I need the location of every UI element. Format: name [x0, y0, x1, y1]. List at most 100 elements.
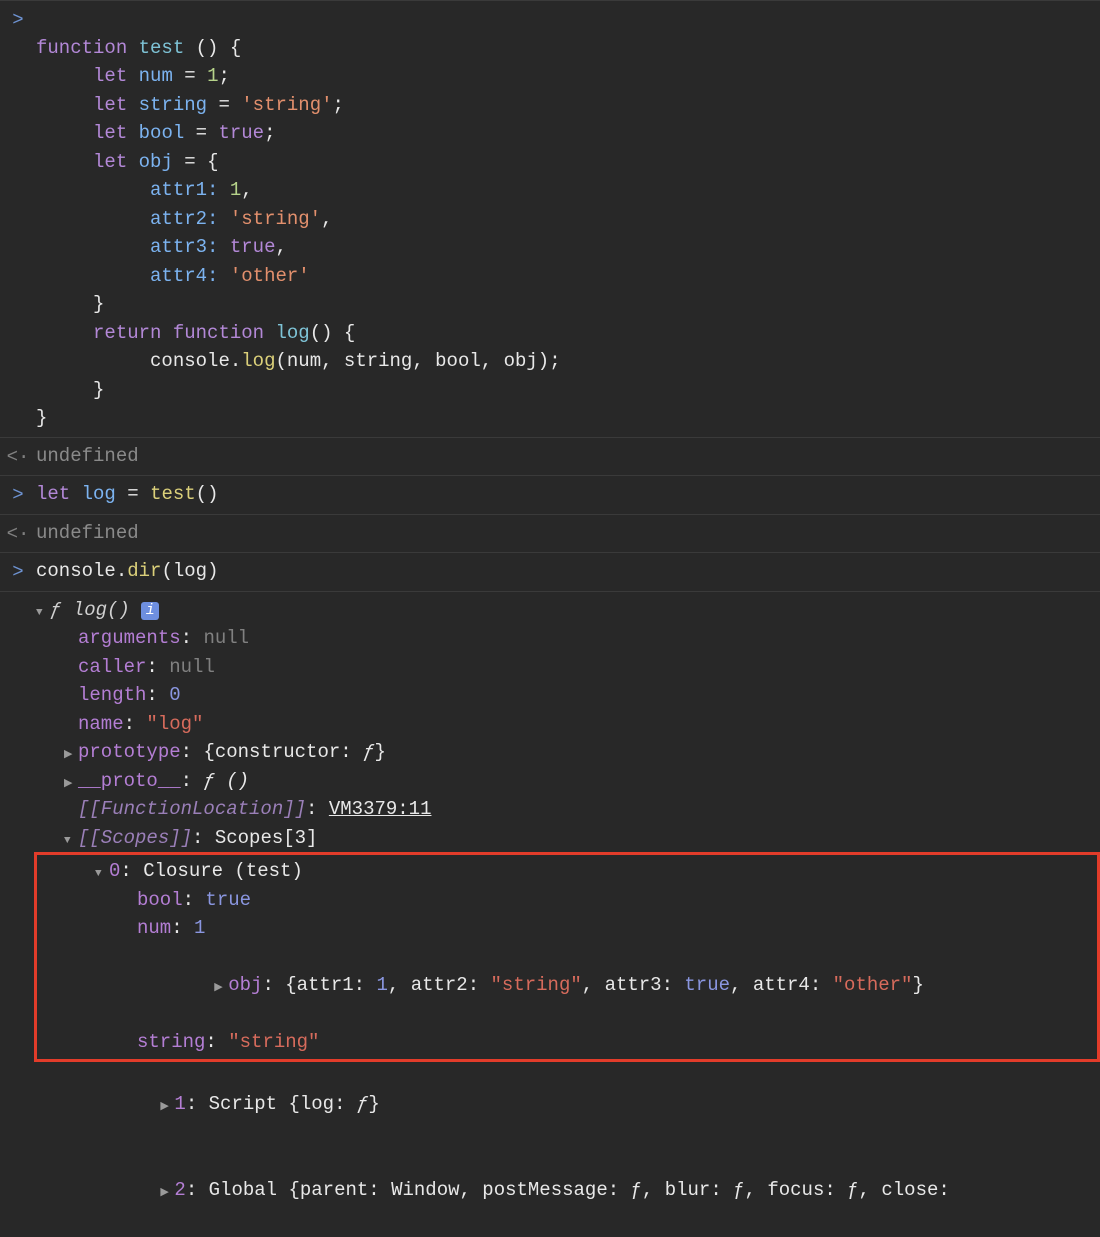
- brace-open: {: [344, 322, 355, 344]
- semi: ;: [264, 122, 275, 144]
- key: [[FunctionLocation]]: [78, 798, 306, 820]
- key: string: [137, 1031, 205, 1053]
- scope-script[interactable]: 1: Script {log: ƒ}: [36, 1062, 1100, 1148]
- eq: =: [127, 483, 138, 505]
- kw-let: let: [36, 483, 70, 505]
- arg: num: [287, 350, 321, 372]
- kw-function: function: [36, 37, 127, 59]
- comma: ,: [388, 974, 411, 996]
- comma: ,: [321, 208, 332, 230]
- key: __proto__: [78, 770, 181, 792]
- output-return-icon: <·: [0, 442, 36, 472]
- key: arguments: [78, 627, 181, 649]
- console-input-row: > let log = test(): [0, 475, 1100, 514]
- expand-toggle-icon[interactable]: [95, 857, 109, 886]
- input-chevron-icon: >: [0, 480, 36, 510]
- source-link[interactable]: VM3379:11: [329, 798, 432, 820]
- val: true: [205, 889, 251, 911]
- semi: ;: [218, 65, 229, 87]
- closure-num[interactable]: num: 1: [39, 914, 1097, 943]
- expand-toggle-icon[interactable]: [160, 1090, 174, 1119]
- eq: =: [184, 65, 195, 87]
- prop-prototype[interactable]: prototype: {constructor: ƒ}: [36, 738, 1100, 767]
- val: 1: [194, 917, 205, 939]
- parens: (): [196, 37, 219, 59]
- lit-num: 1: [207, 65, 218, 87]
- k: attr3: [605, 974, 662, 996]
- v: 1: [376, 974, 387, 996]
- lit-bool: true: [230, 236, 276, 258]
- eq: =: [196, 122, 207, 144]
- rparen: ): [207, 560, 218, 582]
- gutter-blank: [0, 596, 36, 597]
- brace: {: [285, 974, 296, 996]
- code-line[interactable]: let log = test(): [36, 480, 1100, 509]
- f-icon: ƒ: [363, 741, 374, 763]
- closure-string[interactable]: string: "string": [39, 1028, 1097, 1057]
- prop-scopes[interactable]: [[Scopes]]: Scopes[3]: [36, 824, 1100, 853]
- expand-toggle-icon[interactable]: [36, 596, 50, 625]
- dir-header[interactable]: ƒ log() i: [36, 596, 1100, 625]
- val: null: [169, 656, 215, 678]
- console-output-row: <· undefined: [0, 437, 1100, 476]
- obj-console: console: [150, 350, 230, 372]
- comma: ,: [412, 350, 423, 372]
- lit-str: 'string': [241, 94, 332, 116]
- kw-let: let: [93, 122, 127, 144]
- key: [[Scopes]]: [78, 827, 192, 849]
- idx: 1: [174, 1093, 185, 1115]
- code-block[interactable]: function test () { let num = 1; let stri…: [36, 5, 1100, 433]
- info-icon[interactable]: i: [141, 602, 159, 620]
- fn-name: test: [139, 37, 185, 59]
- lit-num: 1: [230, 179, 241, 201]
- prop: attr1:: [150, 179, 218, 201]
- lit-str: 'other': [230, 265, 310, 287]
- val: {constructor:: [203, 741, 363, 763]
- closure-bool[interactable]: bool: true: [39, 886, 1097, 915]
- prop-functionlocation[interactable]: [[FunctionLocation]]: VM3379:11: [36, 795, 1100, 824]
- key: length: [78, 684, 146, 706]
- parens: (): [226, 770, 249, 792]
- f-icon: ƒ: [50, 599, 61, 621]
- k: attr2: [411, 974, 468, 996]
- var-obj: obj: [139, 151, 173, 173]
- brace-close: }: [93, 293, 104, 315]
- fn-name: log: [275, 322, 309, 344]
- expand-toggle-icon[interactable]: [64, 824, 78, 853]
- brace: }: [368, 1093, 379, 1115]
- f-icon: ƒ: [357, 1093, 368, 1115]
- label: Global: [209, 1179, 289, 1201]
- highlight-box: 0: Closure (test) bool: true num: 1 obj:…: [34, 852, 1100, 1062]
- output-return-icon: <·: [0, 519, 36, 549]
- rparen: );: [538, 350, 561, 372]
- k: attr4: [753, 974, 810, 996]
- expand-toggle-icon[interactable]: [160, 1176, 174, 1205]
- prop-length[interactable]: length: 0: [36, 681, 1100, 710]
- kw-let: let: [93, 94, 127, 116]
- lparen: (: [161, 560, 172, 582]
- parens: (): [196, 483, 219, 505]
- lparen: (: [275, 350, 286, 372]
- prop-proto[interactable]: __proto__: ƒ (): [36, 767, 1100, 796]
- scope-global[interactable]: 2: Global {parent: Window, postMessage: …: [36, 1147, 1100, 1233]
- prop-arguments[interactable]: arguments: null: [36, 624, 1100, 653]
- closure-obj[interactable]: obj: {attr1: 1, attr2: "string", attr3: …: [39, 943, 1097, 1029]
- key: bool: [137, 889, 183, 911]
- obj-console: console: [36, 560, 116, 582]
- input-chevron-icon: >: [0, 557, 36, 587]
- prop-name[interactable]: name: "log": [36, 710, 1100, 739]
- prop: attr3:: [150, 236, 218, 258]
- expand-toggle-icon[interactable]: [64, 767, 78, 796]
- expand-toggle-icon[interactable]: [214, 971, 228, 1000]
- brace-close: }: [93, 379, 104, 401]
- code-line[interactable]: console.dir(log): [36, 557, 1100, 586]
- val: }: [374, 741, 385, 763]
- prop-caller[interactable]: caller: null: [36, 653, 1100, 682]
- scope-closure[interactable]: 0: Closure (test): [39, 857, 1097, 886]
- brace-open: {: [230, 37, 241, 59]
- key: caller: [78, 656, 146, 678]
- console-dir-row: ƒ log() i arguments: null caller: null l…: [0, 591, 1100, 1237]
- val: Scopes[3]: [215, 827, 318, 849]
- eq-brace: = {: [184, 151, 218, 173]
- expand-toggle-icon[interactable]: [64, 738, 78, 767]
